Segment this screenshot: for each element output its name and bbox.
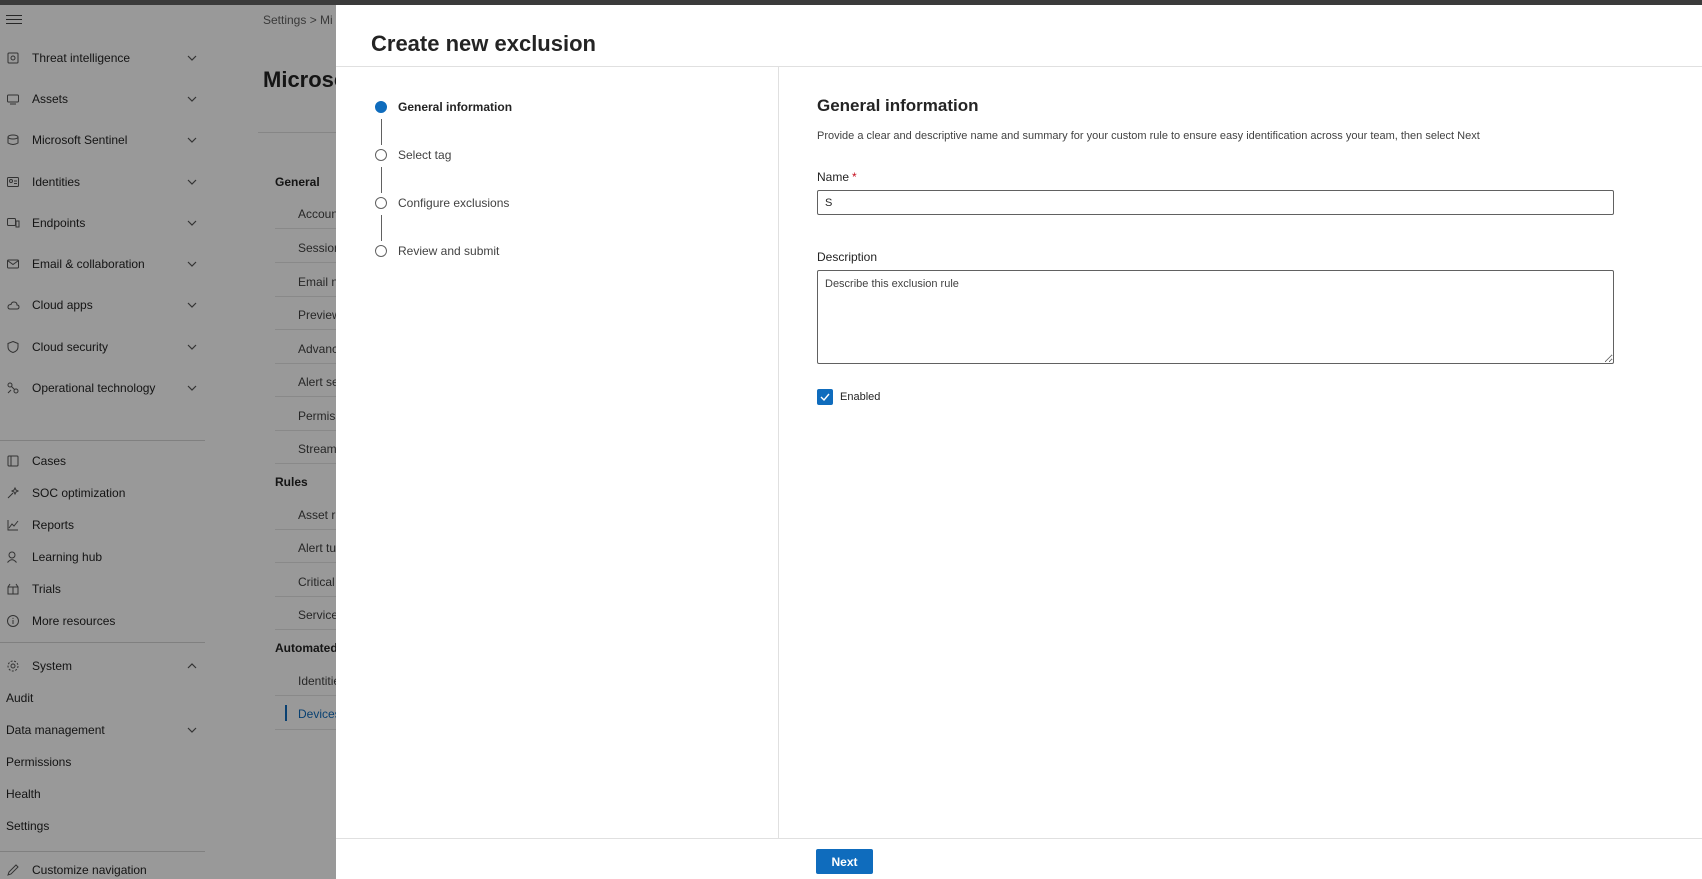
divider xyxy=(778,67,779,838)
step-current-dot xyxy=(375,101,387,113)
step-connector xyxy=(381,167,382,193)
step-label: Review and submit xyxy=(398,244,500,258)
step-label: General information xyxy=(398,100,513,114)
divider xyxy=(336,66,1702,67)
step-connector xyxy=(381,119,382,145)
enabled-checkbox-row[interactable]: Enabled xyxy=(817,389,880,405)
enabled-checkbox[interactable] xyxy=(817,389,833,405)
enabled-label: Enabled xyxy=(840,391,881,403)
name-input[interactable] xyxy=(817,190,1614,215)
panel-title: Create new exclusion xyxy=(371,31,596,56)
step-general-information[interactable]: General information xyxy=(375,100,512,114)
description-textarea[interactable] xyxy=(817,270,1614,364)
step-connector xyxy=(381,215,382,241)
step-dot xyxy=(375,197,387,209)
step-dot xyxy=(375,149,387,161)
name-label-text: Name xyxy=(817,170,850,184)
step-label: Configure exclusions xyxy=(398,196,510,210)
description-label: Description xyxy=(817,250,878,264)
next-button[interactable]: Next xyxy=(816,849,873,874)
name-label: Name * xyxy=(817,170,857,184)
required-asterisk: * xyxy=(852,170,857,184)
step-configure-exclusions[interactable]: Configure exclusions xyxy=(375,196,509,210)
section-description: Provide a clear and descriptive name and… xyxy=(817,130,1480,142)
modal-overlay[interactable] xyxy=(0,5,336,879)
step-label: Select tag xyxy=(398,148,452,162)
step-select-tag[interactable]: Select tag xyxy=(375,148,451,162)
divider xyxy=(336,838,1702,839)
section-heading: General information xyxy=(817,96,979,115)
step-review-and-submit[interactable]: Review and submit xyxy=(375,244,499,258)
create-exclusion-panel: Create new exclusion General information… xyxy=(336,5,1702,879)
step-dot xyxy=(375,245,387,257)
